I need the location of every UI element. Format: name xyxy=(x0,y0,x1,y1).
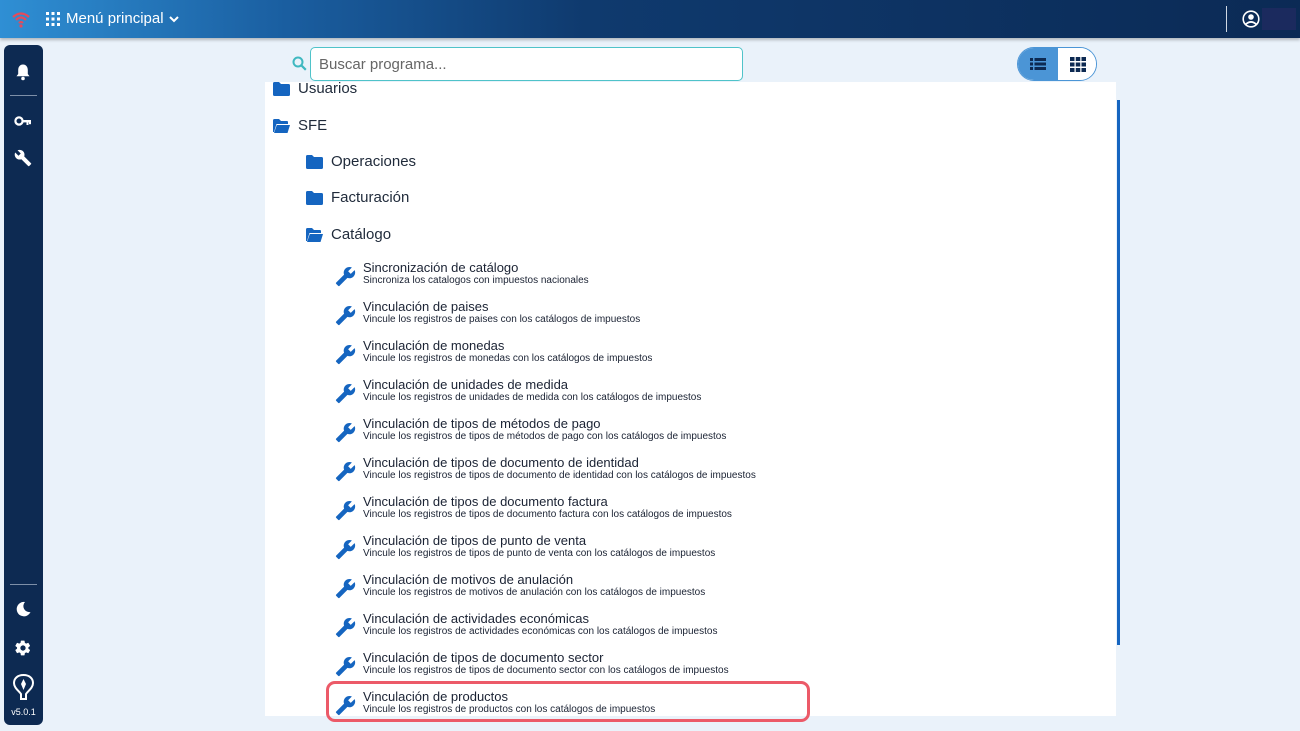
program-title: Vinculación de tipos de punto de venta xyxy=(363,533,587,548)
wrench-icon xyxy=(335,500,356,521)
folder-label: SFE xyxy=(298,117,328,134)
folder-facturacion[interactable]: Facturación xyxy=(306,189,409,206)
view-toggle xyxy=(1017,47,1097,81)
scrollbar[interactable] xyxy=(1117,100,1120,645)
folder-icon xyxy=(306,190,323,205)
folder-label: Catálogo xyxy=(331,226,392,243)
version-label: v5.0.1 xyxy=(11,707,36,717)
wifi-icon[interactable] xyxy=(11,9,31,29)
program-title: Vinculación de monedas xyxy=(363,338,505,353)
search-icon xyxy=(292,56,307,71)
program-description: Vincule los registros de monedas con los… xyxy=(363,353,653,364)
grid-view-icon xyxy=(1070,57,1086,72)
moon-icon[interactable] xyxy=(14,600,32,618)
program-description: Vincule los registros de tipos de punto … xyxy=(363,548,716,559)
program-description: Vincule los registros de unidades de med… xyxy=(363,392,702,403)
main-menu-button[interactable]: Menú principal xyxy=(66,10,164,27)
program-title: Sincronización de catálogo xyxy=(363,260,519,275)
program-description: Vincule los registros de tipos de docume… xyxy=(363,665,729,676)
wrench-icon xyxy=(335,383,356,404)
program-title: Vinculación de unidades de medida xyxy=(363,377,569,392)
folder-catalogo[interactable]: Catálogo xyxy=(306,226,391,243)
bell-icon[interactable] xyxy=(14,63,32,81)
program-title: Vinculación de tipos de documento factur… xyxy=(363,494,608,509)
wrench-icon xyxy=(335,266,356,287)
list-view-icon xyxy=(1030,58,1046,70)
folder-open-icon xyxy=(273,118,290,133)
folder-icon xyxy=(306,154,323,169)
wrench-icon xyxy=(335,539,356,560)
topbar-divider xyxy=(1226,6,1227,32)
program-description: Vincule los registros de paises con los … xyxy=(363,314,641,325)
program-title: Vinculación de tipos de documento sector xyxy=(363,650,604,665)
sidebar: v5.0.1 xyxy=(4,45,43,725)
user-icon[interactable] xyxy=(1242,10,1260,28)
wrench-icon xyxy=(335,578,356,599)
chevron-down-icon[interactable] xyxy=(168,13,180,25)
logo-icon xyxy=(12,673,35,700)
wrench-icon xyxy=(335,617,356,638)
program-description: Vincule los registros de motivos de anul… xyxy=(363,587,706,598)
grid-view-button[interactable] xyxy=(1058,48,1096,80)
wrench-icon xyxy=(335,344,356,365)
wrench-icon[interactable] xyxy=(14,149,32,167)
user-name[interactable] xyxy=(1262,8,1296,30)
gear-icon[interactable] xyxy=(14,639,32,657)
wrench-icon xyxy=(335,305,356,326)
folder-open-icon xyxy=(306,227,323,242)
folder-icon xyxy=(273,81,290,96)
apps-icon[interactable] xyxy=(46,12,60,26)
program-title: Vinculación de tipos de documento de ide… xyxy=(363,455,639,470)
program-title: Vinculación de tipos de métodos de pago xyxy=(363,416,601,431)
folder-usuarios[interactable]: Usuarios xyxy=(273,80,357,97)
program-description: Vincule los registros de tipos de docume… xyxy=(363,509,732,520)
wrench-icon xyxy=(335,656,356,677)
folder-sfe[interactable]: SFE xyxy=(273,117,327,134)
program-description: Vincule los registros de actividades eco… xyxy=(363,626,718,637)
program-title: Vinculación de actividades económicas xyxy=(363,611,589,626)
highlight-box xyxy=(326,681,810,722)
folder-label: Facturación xyxy=(331,189,410,206)
program-title: Vinculación de motivos de anulación xyxy=(363,572,574,587)
sidebar-separator xyxy=(10,95,37,96)
folder-label: Usuarios xyxy=(298,80,358,97)
program-title: Vinculación de paises xyxy=(363,299,489,314)
wrench-icon xyxy=(335,461,356,482)
list-view-button[interactable] xyxy=(1018,48,1058,80)
sidebar-separator xyxy=(10,584,37,585)
key-icon[interactable] xyxy=(14,112,32,130)
program-description: Vincule los registros de tipos de método… xyxy=(363,431,727,442)
folder-operaciones[interactable]: Operaciones xyxy=(306,153,416,170)
program-description: Vincule los registros de tipos de docume… xyxy=(363,470,756,481)
top-bar: Menú principal xyxy=(0,0,1300,38)
search-input[interactable] xyxy=(310,47,743,81)
folder-label: Operaciones xyxy=(331,153,417,170)
program-description: Sincroniza los catalogos con impuestos n… xyxy=(363,275,589,286)
wrench-icon xyxy=(335,422,356,443)
